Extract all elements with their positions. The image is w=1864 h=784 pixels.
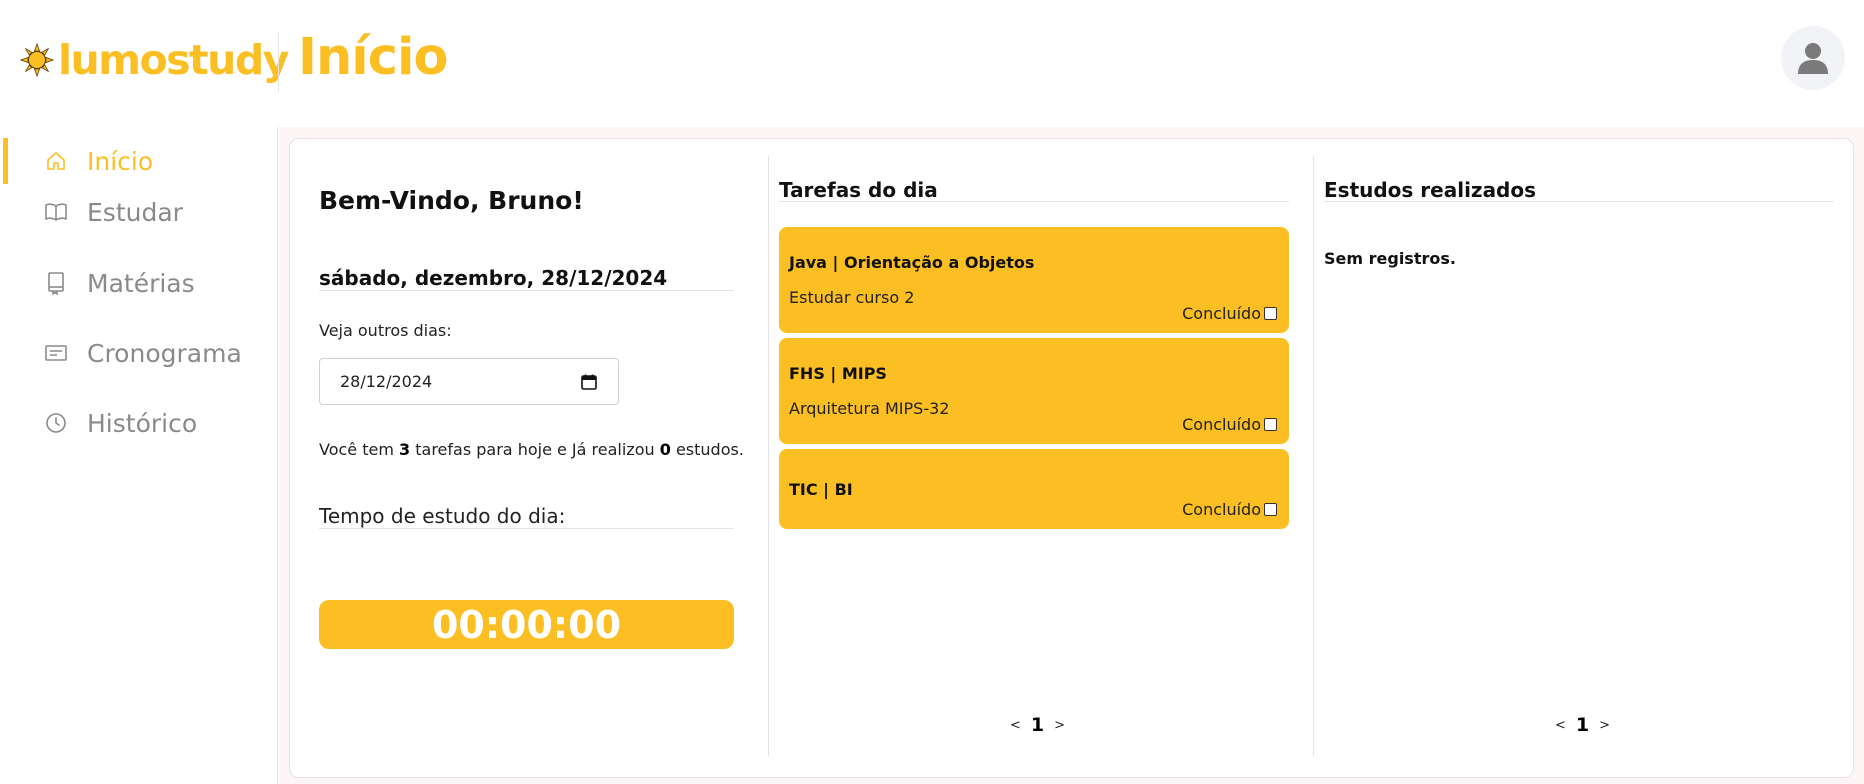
column-divider [1313,156,1314,756]
tasks-heading: Tarefas do dia [779,178,938,202]
task-done-checkbox[interactable] [1264,418,1277,431]
summary-middle: tarefas para hoje e Já realizou [415,440,655,459]
study-timer[interactable]: 00:00:00 [319,600,734,649]
task-done-toggle[interactable]: Concluído [1182,500,1277,519]
sidebar-item-inicio[interactable]: Início [0,138,278,184]
sidebar-item-label: Histórico [87,408,198,438]
task-title: Java | Orientação a Objetos [789,253,1035,272]
task-done-label: Concluído [1182,415,1261,434]
task-card[interactable]: Java | Orientação a Objetos Estudar curs… [779,227,1289,333]
studies-pagination: < 1 > [1549,714,1616,736]
study-time-label: Tempo de estudo do dia: [319,504,566,528]
sidebar-item-cronograma[interactable]: Cronograma [0,330,278,376]
task-done-checkbox[interactable] [1264,503,1277,516]
home-icon [44,149,68,173]
task-title: TIC | BI [789,480,853,499]
logo-text: lumostudy [58,36,289,84]
study-time-underline [319,528,734,529]
studies-heading-underline [1324,201,1834,202]
header-divider [278,32,279,92]
tasks-pagination: < 1 > [1004,714,1071,736]
schedule-icon [44,341,68,365]
clock-icon [44,411,68,435]
current-date-title: sábado, dezembro, 28/12/2024 [319,266,668,290]
sidebar-item-estudar[interactable]: Estudar [0,189,278,235]
task-description: Arquitetura MIPS-32 [789,399,950,418]
page-title: Início [298,28,449,87]
sidebar-item-label: Matérias [87,268,195,298]
page-number[interactable]: 1 [1572,714,1593,736]
studies-empty-message: Sem registros. [1324,249,1456,268]
summary-prefix: Você tem [319,440,394,459]
task-card[interactable]: FHS | MIPS Arquitetura MIPS-32 Concluído [779,338,1289,444]
other-days-label: Veja outros dias: [319,321,452,340]
tasks-count: 3 [399,440,411,459]
user-avatar[interactable] [1781,26,1845,90]
task-done-checkbox[interactable] [1264,307,1277,320]
sidebar-item-label: Cronograma [87,338,242,368]
tasks-heading-underline [779,201,1289,202]
task-done-label: Concluído [1182,500,1261,519]
task-title: FHS | MIPS [789,364,887,383]
sidebar-item-label: Estudar [87,197,183,227]
prev-page-button[interactable]: < [1004,718,1027,733]
sun-logo-icon [20,43,54,77]
sidebar-item-historico[interactable]: Histórico [0,400,278,446]
welcome-greeting: Bem-Vindo, Bruno! [319,186,584,215]
user-icon [1798,43,1828,74]
page-number[interactable]: 1 [1027,714,1048,736]
daily-summary: Você tem 3 tarefas para hoje e Já realiz… [319,440,744,459]
task-done-toggle[interactable]: Concluído [1182,304,1277,323]
studies-count: 0 [659,440,671,459]
task-done-toggle[interactable]: Concluído [1182,415,1277,434]
task-card[interactable]: TIC | BI Concluído [779,449,1289,529]
prev-page-button[interactable]: < [1549,718,1572,733]
book-open-icon [44,200,68,224]
next-page-button[interactable]: > [1048,718,1071,733]
sidebar-item-label: Início [87,146,154,176]
summary-suffix: estudos. [675,440,744,459]
next-page-button[interactable]: > [1593,718,1616,733]
date-underline [319,290,734,291]
studies-heading: Estudos realizados [1324,178,1537,202]
date-picker-value: 28/12/2024 [340,372,433,391]
column-divider [768,156,769,756]
sidebar: Início Estudar Matérias Cronograma Histó… [0,127,278,784]
sidebar-item-materias[interactable]: Matérias [0,260,278,306]
app-header: lumostudy Início [0,0,1864,127]
app-logo[interactable]: lumostudy [20,36,289,84]
date-picker-input[interactable]: 28/12/2024 [319,358,619,405]
task-description: Estudar curso 2 [789,288,915,307]
calendar-icon[interactable] [580,373,598,391]
task-done-label: Concluído [1182,304,1261,323]
notebook-icon [44,271,68,295]
